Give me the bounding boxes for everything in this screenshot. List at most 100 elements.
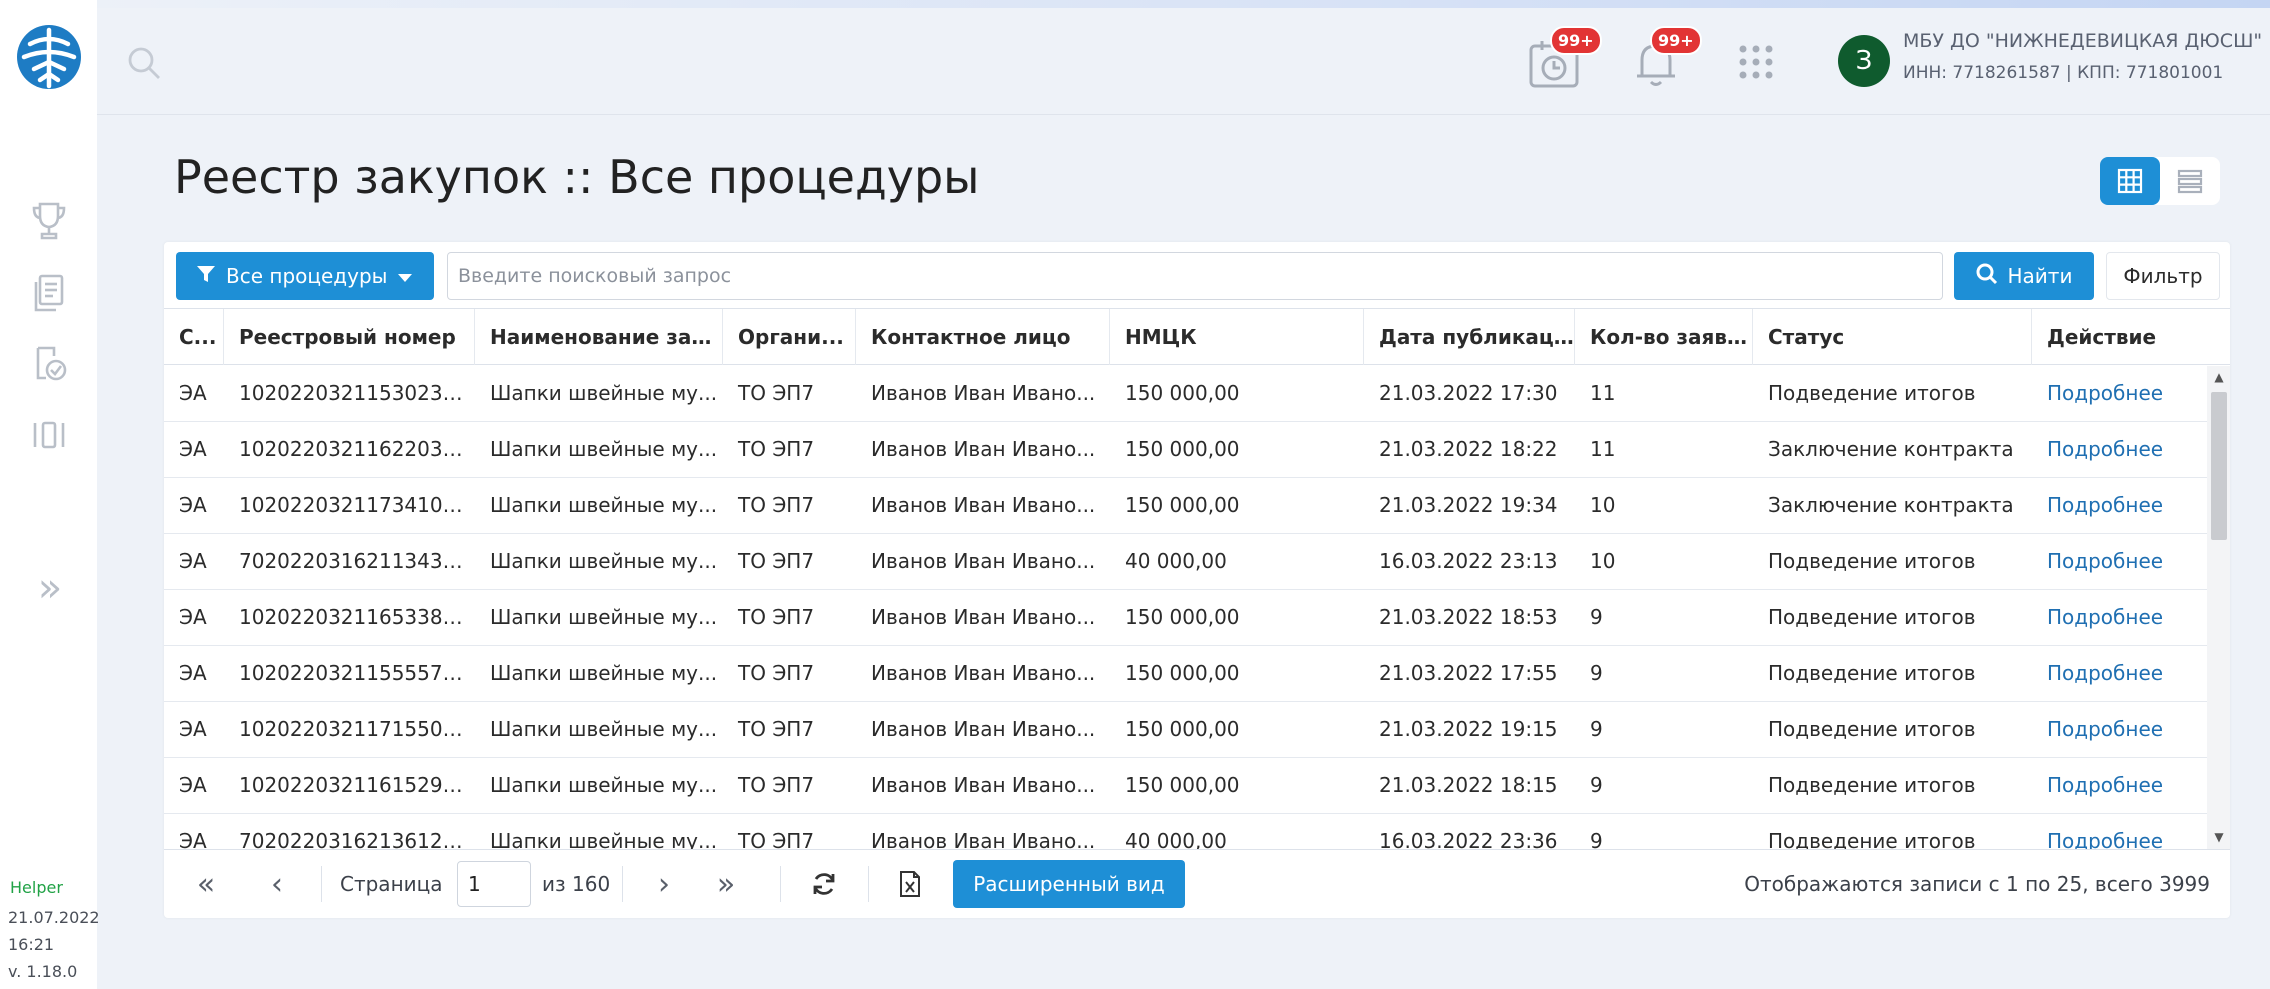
find-button[interactable]: Найти bbox=[1954, 252, 2094, 300]
table-row[interactable]: ЭА 1020220321153023307 Шапки швейные му...… bbox=[164, 366, 2207, 422]
table-row[interactable]: ЭА 7020220316211343267 Шапки швейные му...… bbox=[164, 534, 2207, 590]
list-view-icon[interactable] bbox=[2160, 157, 2220, 205]
cell-pub-date: 21.03.2022 18:15 bbox=[1379, 773, 1558, 797]
table-row[interactable]: ЭА 1020220321165338568 Шапки швейные му...… bbox=[164, 590, 2207, 646]
search-icon bbox=[1976, 263, 1998, 290]
table-row[interactable]: ЭА 7020220316213612768 Шапки швейные му...… bbox=[164, 814, 2207, 849]
cell-pub-date: 21.03.2022 17:30 bbox=[1379, 381, 1558, 405]
details-link[interactable]: Подробнее bbox=[2032, 478, 2207, 533]
view-toggle bbox=[2100, 157, 2220, 205]
details-link[interactable]: Подробнее bbox=[2032, 814, 2207, 849]
cell-purchase-name: Шапки швейные му... bbox=[490, 829, 718, 849]
column-header-organizer[interactable]: Органи... bbox=[723, 309, 856, 365]
details-link[interactable]: Подробнее bbox=[2032, 646, 2207, 701]
filter-button[interactable]: Фильтр bbox=[2106, 252, 2220, 300]
cell-contact: Иванов Иван Ивано... bbox=[871, 717, 1096, 741]
details-link[interactable]: Подробнее bbox=[2032, 590, 2207, 645]
cell-purchase-name: Шапки швейные му... bbox=[490, 717, 718, 741]
funnel-icon bbox=[196, 264, 216, 289]
details-link[interactable]: Подробнее bbox=[2032, 702, 2207, 757]
cell-purchase-name: Шапки швейные му... bbox=[490, 437, 718, 461]
sidebar-version: v. 1.18.0 bbox=[8, 962, 78, 981]
cell-bids-count: 11 bbox=[1590, 381, 1616, 405]
grid-view-icon[interactable] bbox=[2100, 157, 2160, 205]
prev-page-icon[interactable]: ‹ bbox=[257, 862, 297, 906]
refresh-icon[interactable] bbox=[804, 862, 844, 906]
cell-bids-count: 10 bbox=[1590, 493, 1616, 517]
cell-organizer: ТО ЭП7 bbox=[738, 437, 815, 461]
pagination-bar: « ‹ Страница из 160 › » Расширенный вид … bbox=[164, 849, 2230, 918]
cell-type: ЭА bbox=[179, 773, 207, 797]
first-page-icon[interactable]: « bbox=[186, 862, 226, 906]
table-row[interactable]: ЭА 1020220321171550150 Шапки швейные му...… bbox=[164, 702, 2207, 758]
cell-type: ЭА bbox=[179, 381, 207, 405]
excel-icon[interactable] bbox=[890, 862, 930, 906]
column-header-status[interactable]: Статус bbox=[1753, 309, 2032, 365]
cell-bids-count: 9 bbox=[1590, 829, 1603, 849]
column-header-bids-count[interactable]: Кол-во заявок bbox=[1575, 309, 1753, 365]
trophy-icon[interactable] bbox=[26, 198, 72, 244]
page-number-input[interactable] bbox=[457, 861, 531, 907]
column-header-nmck[interactable]: НМЦК bbox=[1110, 309, 1364, 365]
logo-icon[interactable] bbox=[14, 22, 84, 92]
column-header-pub-date[interactable]: Дата публикации bbox=[1364, 309, 1575, 365]
details-link[interactable]: Подробнее bbox=[2032, 422, 2207, 477]
cell-organizer: ТО ЭП7 bbox=[738, 661, 815, 685]
scroll-up-arrow-icon[interactable]: ▲ bbox=[2211, 370, 2227, 386]
cell-purchase-name: Шапки швейные му... bbox=[490, 381, 718, 405]
cell-contact: Иванов Иван Ивано... bbox=[871, 549, 1096, 573]
cell-nmck: 150 000,00 bbox=[1125, 437, 1240, 461]
next-page-icon[interactable]: › bbox=[644, 862, 684, 906]
scroll-thumb[interactable] bbox=[2211, 392, 2227, 540]
cell-status: Подведение итогов bbox=[1768, 829, 1976, 849]
cell-bids-count: 11 bbox=[1590, 437, 1616, 461]
chevron-down-icon bbox=[397, 264, 413, 288]
table-row[interactable]: ЭА 1020220321173410334 Шапки швейные му...… bbox=[164, 478, 2207, 534]
procedures-dropdown-button[interactable]: Все процедуры bbox=[176, 252, 434, 300]
cell-pub-date: 16.03.2022 23:36 bbox=[1379, 829, 1558, 849]
details-link[interactable]: Подробнее bbox=[2032, 534, 2207, 589]
cell-type: ЭА bbox=[179, 493, 207, 517]
cell-nmck: 150 000,00 bbox=[1125, 661, 1240, 685]
scroll-down-arrow-icon[interactable]: ▼ bbox=[2211, 830, 2227, 846]
organization-name[interactable]: МБУ ДО "НИЖНЕДЕВИЦКАЯ ДЮСШ" bbox=[1903, 30, 2262, 52]
last-page-icon[interactable]: » bbox=[706, 862, 746, 906]
grid-dots-icon[interactable] bbox=[1738, 44, 1774, 80]
cell-contact: Иванов Иван Ивано... bbox=[871, 381, 1096, 405]
search-input[interactable] bbox=[447, 252, 1943, 300]
registry-icon[interactable] bbox=[26, 412, 72, 458]
table-body: ЭА 1020220321153023307 Шапки швейные му...… bbox=[164, 366, 2207, 849]
find-button-label: Найти bbox=[2007, 264, 2073, 288]
cell-organizer: ТО ЭП7 bbox=[738, 717, 815, 741]
table-row[interactable]: ЭА 1020220321162203429 Шапки швейные му...… bbox=[164, 422, 2207, 478]
cell-status: Заключение контракта bbox=[1768, 493, 2014, 517]
column-header-registry-number[interactable]: Реестровый номер bbox=[224, 309, 475, 365]
cell-type: ЭА bbox=[179, 717, 207, 741]
cell-organizer: ТО ЭП7 bbox=[738, 381, 815, 405]
details-link[interactable]: Подробнее bbox=[2032, 758, 2207, 813]
avatar[interactable]: З bbox=[1838, 35, 1890, 87]
search-icon[interactable] bbox=[127, 46, 161, 80]
expanded-view-button[interactable]: Расширенный вид bbox=[953, 860, 1185, 908]
documents-icon[interactable] bbox=[26, 270, 72, 316]
check-document-icon[interactable] bbox=[26, 340, 72, 386]
cell-pub-date: 21.03.2022 18:22 bbox=[1379, 437, 1558, 461]
notifications-badge: 99+ bbox=[1650, 26, 1702, 55]
cell-registry-number: 1020220321155557639 bbox=[239, 661, 475, 685]
table-row[interactable]: ЭА 1020220321155557639 Шапки швейные му...… bbox=[164, 646, 2207, 702]
table-scrollbar[interactable]: ▲ ▼ bbox=[2207, 366, 2230, 849]
column-header-type[interactable]: С... bbox=[164, 309, 224, 365]
table-row[interactable]: ЭА 1020220321161529892 Шапки швейные му...… bbox=[164, 758, 2207, 814]
cell-bids-count: 9 bbox=[1590, 661, 1603, 685]
divider bbox=[321, 866, 322, 902]
column-header-action[interactable]: Действие bbox=[2032, 309, 2230, 365]
helper-label[interactable]: Helper bbox=[10, 878, 63, 897]
cell-purchase-name: Шапки швейные му... bbox=[490, 493, 718, 517]
column-header-purchase-name[interactable]: Наименование зак... bbox=[475, 309, 723, 365]
details-link[interactable]: Подробнее bbox=[2032, 366, 2207, 421]
column-header-contact[interactable]: Контактное лицо bbox=[856, 309, 1110, 365]
cell-registry-number: 1020220321153023307 bbox=[239, 381, 475, 405]
top-accent-bar bbox=[0, 0, 2270, 8]
double-chevron-right-icon[interactable]: » bbox=[30, 568, 70, 608]
cell-nmck: 150 000,00 bbox=[1125, 493, 1240, 517]
